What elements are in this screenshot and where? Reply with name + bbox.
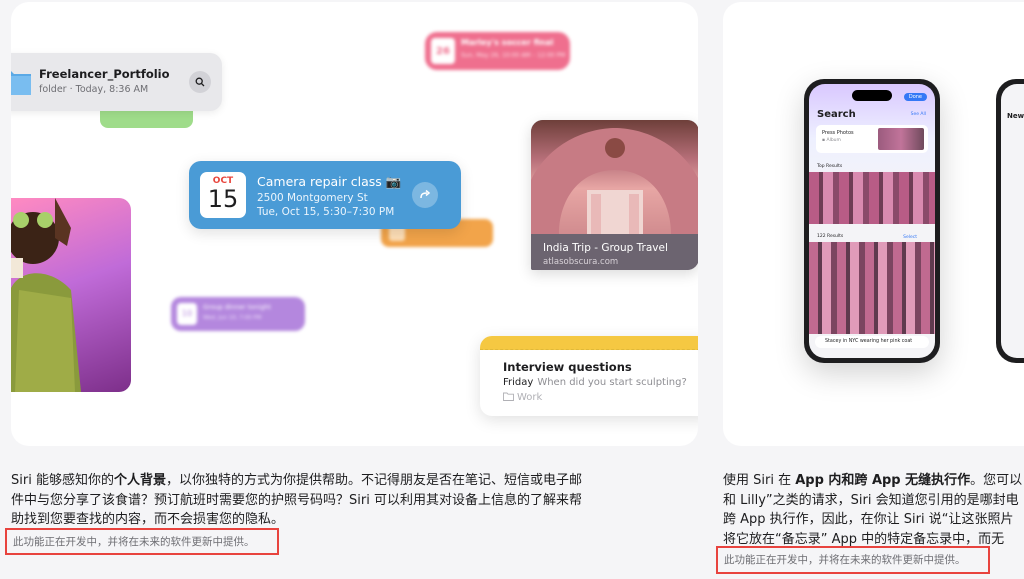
see-all-link[interactable]: See All xyxy=(911,112,926,117)
iphone-mockup: Done Search See All Press Photos ▪ Album… xyxy=(804,79,940,363)
results-count-label: 122 Results xyxy=(817,234,844,239)
event-month: OCT xyxy=(212,176,234,186)
second-phone-screen: New xyxy=(1001,84,1024,358)
palace-photo xyxy=(531,120,698,234)
purple-event-day: 10 xyxy=(177,303,197,325)
note-day: Friday xyxy=(503,377,534,388)
done-button[interactable]: Done xyxy=(903,93,927,101)
album-subtitle: ▪ Album xyxy=(822,138,841,143)
purple-event-subtitle: Wed, Jun 10, 7:00 PM xyxy=(203,315,262,321)
siri-context-card: Freelancer_Portfolio folder · Today, 8:3… xyxy=(11,2,698,446)
folder-subtitle: folder · Today, 8:36 AM xyxy=(39,84,149,95)
top-results-label: Top Results xyxy=(817,164,843,169)
second-iphone-mockup: New xyxy=(996,79,1024,363)
blurred-purple-event-chip: 10 Group dinner tonight Wed, Jun 10, 7:0… xyxy=(171,297,305,331)
album-result[interactable]: Press Photos ▪ Album xyxy=(816,125,928,153)
note-line: Friday When did you start sculpting? xyxy=(503,377,687,388)
blurred-pink-event-chip: 26 Marley's soccer final Sun, May 26, 10… xyxy=(425,32,570,70)
web-link-card: India Trip - Group Travel atlasobscura.c… xyxy=(531,120,698,270)
personal-context-description: Siri 能够感知你的个人背景，以你独特的方式为你提供帮助。不记得朋友是否在笔记… xyxy=(11,471,591,530)
note-title: Interview questions xyxy=(503,360,632,374)
purple-event-title: Group dinner tonight xyxy=(203,303,272,311)
note-card: Interview questions Friday When did you s… xyxy=(480,336,698,416)
desc-left-emphasis: 个人背景 xyxy=(113,473,166,488)
results-photo-grid xyxy=(809,242,935,334)
in-development-notice-left: 此功能正在开发中，并将在未来的软件更新中提供。 xyxy=(5,528,279,555)
desc-right-line1: 使用 Siri 在 App 内和跨 App 无缝执行作。您可以 xyxy=(723,473,1023,488)
woman-portrait-photo xyxy=(11,198,131,392)
in-development-notice-right: 此功能正在开发中，并将在未来的软件更新中提供。 xyxy=(716,546,990,574)
pink-event-title: Marley's soccer final xyxy=(461,38,554,47)
event-time: Tue, Oct 15, 5:30–7:30 PM xyxy=(257,206,395,218)
web-link-title: India Trip - Group Travel xyxy=(543,242,668,254)
photos-search-title: Search xyxy=(817,109,856,120)
note-header-strip xyxy=(480,336,698,350)
phone-screen: Done Search See All Press Photos ▪ Album… xyxy=(809,84,935,358)
dynamic-island xyxy=(852,90,892,101)
note-question: When did you start sculpting? xyxy=(537,377,687,388)
calendar-icon: OCT 15 xyxy=(200,172,246,218)
event-address: 2500 Montgomery St xyxy=(257,192,368,204)
search-icon xyxy=(189,71,211,93)
note-folder-label: Work xyxy=(517,392,543,403)
pink-event-subtitle: Sun, May 26, 10:00 AM – 12:00 PM xyxy=(461,52,566,59)
folder-title: Freelancer_Portfolio xyxy=(39,67,170,81)
folder-result-chip: Freelancer_Portfolio folder · Today, 8:3… xyxy=(11,53,222,111)
pink-event-day: 26 xyxy=(431,38,455,64)
desc-right-line3: 跨 App 执行作，因此，在你让 Siri 说“让这张照片 xyxy=(723,512,1014,527)
app-actions-card: Done Search See All Press Photos ▪ Album… xyxy=(723,2,1024,446)
app-actions-description: 使用 Siri 在 App 内和跨 App 无缝执行作。您可以 和 Lilly”… xyxy=(723,471,1024,549)
top-results-grid xyxy=(809,172,935,224)
event-day: 15 xyxy=(207,185,239,213)
album-thumbnails xyxy=(878,128,924,150)
desc-left-part1: Siri 能够感知你的 xyxy=(11,473,114,488)
note-folder: Work xyxy=(503,392,542,403)
desc-right-line2: 和 Lilly”之类的请求，Siri 会知道您引用的是哪封电 xyxy=(723,492,1019,508)
album-title: Press Photos xyxy=(822,130,854,136)
folder-icon xyxy=(11,71,31,95)
web-link-source: atlasobscura.com xyxy=(543,257,619,267)
folder-outline-icon xyxy=(503,392,514,401)
calendar-event-card: OCT 15 Camera repair class 📷 2500 Montgo… xyxy=(189,161,461,229)
event-title: Camera repair class 📷 xyxy=(257,174,402,189)
directions-arrow-icon xyxy=(412,182,438,208)
second-phone-title: New xyxy=(1007,112,1024,120)
search-query-field[interactable]: Stacey in NYC wearing her pink coat xyxy=(815,336,929,348)
select-link[interactable]: Select xyxy=(903,235,917,240)
